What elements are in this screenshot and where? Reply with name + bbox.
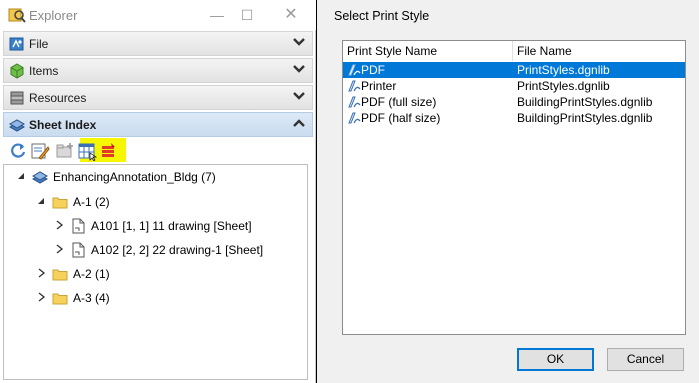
tree-node-folder-label: A-3 (4) bbox=[73, 291, 110, 305]
section-sheet-index[interactable]: Sheet Index bbox=[3, 112, 313, 137]
print-style-file: BuildingPrintStyles.dgnlib bbox=[517, 95, 653, 109]
tree-node-sheet-label: A102 [2, 2] 22 drawing-1 [Sheet] bbox=[91, 243, 264, 257]
collapsed-arrow-icon[interactable] bbox=[36, 268, 46, 278]
print-organizer-icon[interactable] bbox=[99, 141, 119, 161]
folder-icon bbox=[52, 197, 68, 209]
print-style-file: PrintStyles.dgnlib bbox=[517, 79, 610, 93]
print-style-list[interactable]: Print Style Name File Name PDF PrintStyl… bbox=[342, 40, 686, 335]
ok-button[interactable]: OK bbox=[517, 348, 594, 371]
tree-node-folder[interactable]: A-2 (1) bbox=[36, 265, 296, 283]
list-item[interactable]: PDF PrintStyles.dgnlib bbox=[343, 62, 685, 78]
tree-node-folder-label: A-1 (2) bbox=[73, 195, 110, 209]
file-icon bbox=[9, 37, 24, 51]
close-button[interactable]: ✕ bbox=[282, 6, 300, 24]
print-style-icon bbox=[348, 64, 361, 76]
tree-node-sheet[interactable]: A101 [1, 1] 11 drawing [Sheet] bbox=[54, 217, 304, 235]
expanded-arrow-icon[interactable] bbox=[36, 196, 46, 206]
chevron-down-icon bbox=[293, 38, 305, 46]
cancel-button[interactable]: Cancel bbox=[607, 348, 684, 371]
tree-node-root-label: EnhancingAnnotation_Bldg (7) bbox=[53, 170, 216, 184]
screen: Explorer — ☐ ✕ File Items Resources Shee… bbox=[0, 0, 699, 383]
sheet-index-toolbar bbox=[3, 138, 313, 164]
chevron-up-icon bbox=[293, 119, 305, 127]
print-style-file: BuildingPrintStyles.dgnlib bbox=[517, 111, 653, 125]
explorer-app-icon bbox=[8, 8, 26, 23]
print-style-icon bbox=[348, 96, 361, 108]
sheet-index-icon bbox=[32, 171, 48, 184]
expanded-arrow-icon[interactable] bbox=[16, 171, 26, 181]
tree-node-sheet-label: A101 [1, 1] 11 drawing [Sheet] bbox=[91, 219, 252, 233]
tree-node-folder[interactable]: A-1 (2) bbox=[36, 193, 296, 211]
list-item[interactable]: Printer PrintStyles.dgnlib bbox=[343, 78, 685, 94]
sheet-icon bbox=[72, 218, 85, 234]
section-sheet-index-label: Sheet Index bbox=[29, 118, 97, 132]
tree-node-root[interactable]: EnhancingAnnotation_Bldg (7) bbox=[16, 168, 296, 186]
collapsed-arrow-icon[interactable] bbox=[36, 292, 46, 302]
section-file[interactable]: File bbox=[3, 31, 313, 56]
edit-properties-icon[interactable] bbox=[30, 141, 50, 161]
print-style-name: PDF (full size) bbox=[361, 95, 437, 109]
print-style-file: PrintStyles.dgnlib bbox=[517, 63, 610, 77]
items-icon bbox=[10, 63, 24, 79]
chevron-down-icon bbox=[293, 92, 305, 100]
sheet-table-icon[interactable] bbox=[77, 141, 97, 161]
sheet-icon bbox=[72, 242, 85, 258]
print-style-icon bbox=[348, 112, 361, 124]
section-items-label: Items bbox=[29, 64, 59, 78]
collapsed-arrow-icon[interactable] bbox=[54, 220, 64, 230]
dialog-title: Select Print Style bbox=[334, 9, 430, 23]
section-resources-label: Resources bbox=[29, 91, 87, 105]
print-style-name: PDF bbox=[361, 63, 385, 77]
column-header-print-style-name[interactable]: Print Style Name bbox=[343, 41, 513, 61]
list-item[interactable]: PDF (full size) BuildingPrintStyles.dgnl… bbox=[343, 94, 685, 110]
maximize-button[interactable]: ☐ bbox=[238, 6, 256, 24]
folder-icon bbox=[52, 269, 68, 281]
minimize-button[interactable]: — bbox=[208, 6, 226, 24]
tree-node-folder[interactable]: A-3 (4) bbox=[36, 289, 296, 307]
collapsed-arrow-icon[interactable] bbox=[54, 244, 64, 254]
select-print-style-dialog: Select Print Style Print Style Name File… bbox=[316, 0, 699, 383]
section-file-label: File bbox=[29, 37, 49, 51]
folder-icon bbox=[52, 293, 68, 305]
sheet-index-tree: EnhancingAnnotation_Bldg (7) A-1 (2) A10… bbox=[3, 164, 308, 380]
refresh-icon[interactable] bbox=[8, 141, 28, 161]
list-item[interactable]: PDF (half size) BuildingPrintStyles.dgnl… bbox=[343, 110, 685, 126]
resources-icon bbox=[10, 91, 24, 105]
chevron-down-icon bbox=[293, 65, 305, 73]
tree-node-folder-label: A-2 (1) bbox=[73, 267, 110, 281]
print-style-name: PDF (half size) bbox=[361, 111, 441, 125]
explorer-title: Explorer bbox=[29, 8, 78, 23]
column-header-file-name[interactable]: File Name bbox=[513, 41, 685, 61]
tree-node-sheet[interactable]: A102 [2, 2] 22 drawing-1 [Sheet] bbox=[54, 241, 304, 259]
section-resources[interactable]: Resources bbox=[3, 85, 313, 110]
print-style-icon bbox=[348, 80, 361, 92]
explorer-titlebar: Explorer — ☐ ✕ bbox=[0, 0, 316, 30]
sheet-index-icon bbox=[9, 119, 25, 132]
add-folder-icon[interactable] bbox=[55, 141, 75, 161]
section-items[interactable]: Items bbox=[3, 58, 313, 83]
print-style-name: Printer bbox=[361, 79, 397, 93]
explorer-panel: Explorer — ☐ ✕ File Items Resources Shee… bbox=[0, 0, 316, 383]
